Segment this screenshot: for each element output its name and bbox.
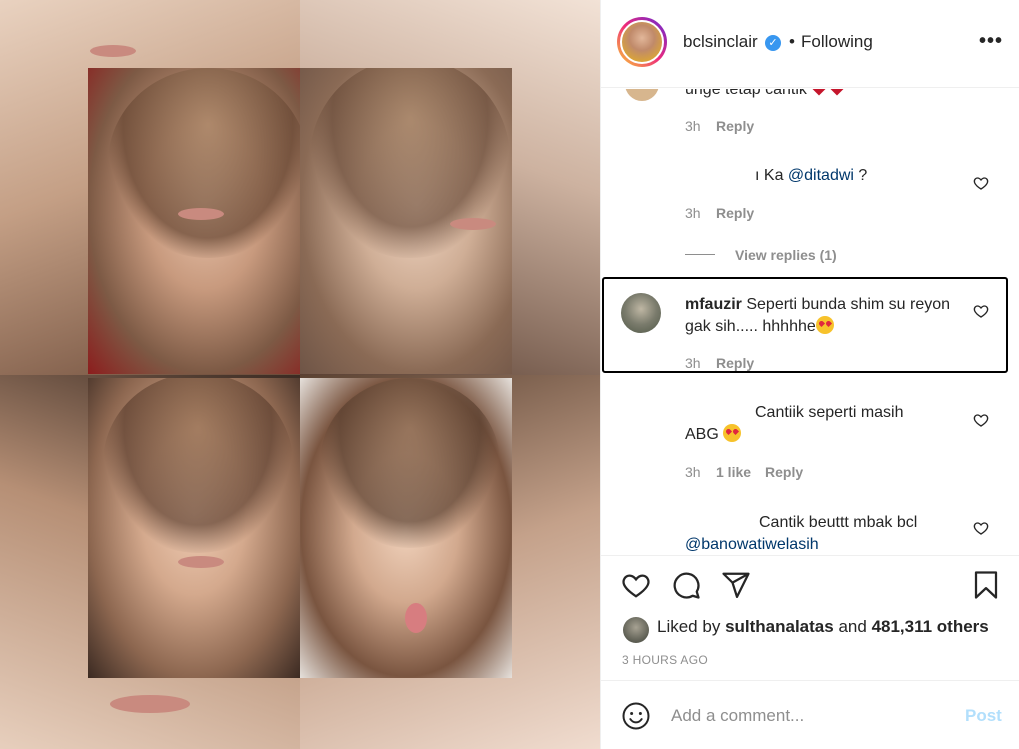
comment-avatar[interactable] (625, 89, 659, 101)
author-avatar-image (620, 20, 664, 64)
comment-body: ABG (685, 426, 719, 443)
verified-badge-icon: ✓ (765, 35, 781, 51)
likes-count-link[interactable]: 481,311 others (872, 617, 989, 636)
liked-by-and: and (838, 617, 867, 636)
photo-detail (450, 218, 496, 230)
reply-button[interactable]: Reply (716, 118, 754, 134)
reply-button[interactable]: Reply (765, 464, 803, 480)
comments-list[interactable]: unge tetap cantik 3h Reply ı Ka @ditadwi… (601, 89, 1019, 555)
comment-text: Cantik beuttt mbak bcl (759, 512, 917, 534)
comment-username[interactable]: mfauzir (685, 296, 742, 313)
photo-detail (90, 45, 136, 57)
comment-body: Cantiik seperti masih (755, 404, 904, 421)
comment-time[interactable]: 3h (685, 464, 701, 480)
like-comment-heart-icon[interactable] (973, 412, 989, 428)
bookmark-icon[interactable] (971, 570, 1001, 600)
comment-body: Cantik beuttt mbak bcl (759, 514, 918, 531)
comment-body: unge tetap cantik (685, 89, 807, 98)
like-comment-heart-icon[interactable] (973, 175, 989, 191)
comment-text: unge tetap cantik (685, 89, 846, 101)
photo-detail (178, 556, 224, 568)
collage-tile (300, 378, 512, 678)
comment-time[interactable]: 3h (685, 355, 701, 371)
view-replies-button[interactable]: View replies (1) (735, 247, 837, 263)
post-photo[interactable] (0, 0, 600, 749)
header-separator: • (789, 32, 795, 51)
red-heart-emoji-icon (828, 89, 846, 96)
comment-text: ı Ka @ditadwi ? (755, 165, 867, 187)
comment-time[interactable]: 3h (685, 205, 701, 221)
post-timestamp[interactable]: 3 HOURS AGO (622, 653, 708, 667)
photo-detail (108, 68, 300, 258)
comment-text: Cantiik seperti masih (755, 402, 904, 424)
comment-likes-count[interactable]: 1 like (716, 464, 751, 480)
following-button[interactable]: Following (801, 32, 873, 52)
post-comment-button[interactable]: Post (965, 706, 1002, 726)
comment-text: @banowatiwelasih (685, 534, 819, 555)
view-replies-divider (685, 254, 715, 255)
photo-detail (178, 208, 224, 220)
post-side-panel: bclsinclair ✓ • Following ••• unge tetap… (600, 0, 1019, 749)
share-icon[interactable] (721, 570, 751, 600)
red-heart-emoji-icon (810, 89, 828, 96)
heart-eyes-emoji-icon (723, 424, 742, 442)
mention-link[interactable]: @banowatiwelasih (685, 536, 819, 553)
liked-by-avatar[interactable] (623, 617, 649, 643)
reply-button[interactable]: Reply (716, 205, 754, 221)
comment-body: ? (853, 167, 868, 184)
heart-eyes-emoji-icon (815, 316, 834, 334)
author-username[interactable]: bclsinclair (683, 32, 758, 52)
comment-text: ABG (685, 424, 742, 446)
add-comment-bar: Post (601, 680, 1019, 749)
photo-detail (320, 378, 500, 548)
comment-body: ı Ka (755, 167, 788, 184)
liked-by-prefix: Liked by (657, 617, 721, 636)
comment-icon[interactable] (671, 570, 701, 600)
more-options-icon[interactable]: ••• (979, 30, 1003, 53)
like-comment-heart-icon[interactable] (973, 520, 989, 536)
comment-time[interactable]: 3h (685, 118, 701, 134)
collage-tile (300, 68, 512, 374)
collage-tile (88, 68, 300, 374)
photo-detail (103, 378, 293, 553)
collage-tile (88, 378, 300, 678)
comment-text: mfauzir Seperti bunda shim su reyon gak … (685, 294, 955, 338)
like-comment-heart-icon[interactable] (973, 303, 989, 319)
heart-icon[interactable] (621, 570, 651, 600)
mention-link[interactable]: @ditadwi (788, 167, 854, 184)
comment-input[interactable] (671, 703, 941, 729)
author-avatar[interactable] (617, 17, 667, 67)
post-actions: Liked by sulthanalatas and 481,311 other… (601, 555, 1019, 680)
post-header: bclsinclair ✓ • Following ••• (601, 0, 1019, 88)
reply-button[interactable]: Reply (716, 355, 754, 371)
photo-detail (110, 695, 190, 713)
photo-detail (405, 603, 427, 633)
emoji-icon[interactable] (621, 701, 651, 731)
comment-avatar[interactable] (621, 293, 661, 333)
liked-by-user[interactable]: sulthanalatas (725, 617, 834, 636)
liked-by-summary: Liked by sulthanalatas and 481,311 other… (657, 617, 989, 637)
